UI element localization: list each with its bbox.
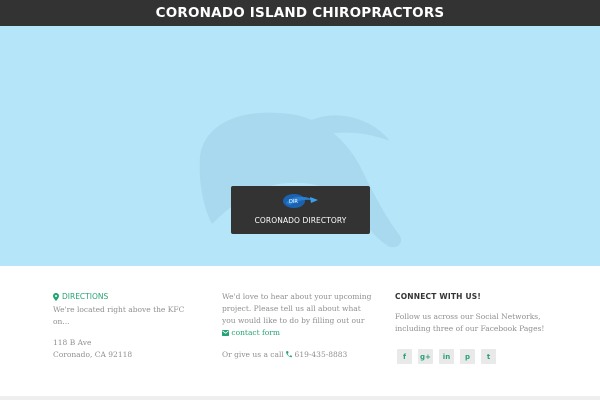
map-marker-icon [53,293,59,301]
svg-text:DIR: DIR [289,199,298,205]
footer-bottom-divider [0,396,600,400]
footer-directions-column: DIRECTIONS We're located right above the… [53,291,203,361]
call-paragraph: Or give us a call 619-435-8883 [222,349,372,361]
google-plus-icon[interactable]: g+ [418,349,433,364]
pinterest-icon[interactable]: p [460,349,475,364]
site-header: CORONADO ISLAND CHIROPRACTORS [0,0,600,26]
map-area[interactable]: DIR CORONADO DIRECTORY [0,26,600,266]
social-icons: f g+ in p t [397,349,496,364]
directory-card[interactable]: DIR CORONADO DIRECTORY [231,186,370,234]
contact-paragraph: We'd love to hear about your upcoming pr… [222,291,372,339]
connect-text: Follow us across our Social Networks, in… [395,312,545,333]
contact-text: We'd love to hear about your upcoming pr… [222,292,372,325]
address-line-2: Coronado, CA 92118 [53,350,133,359]
footer-social-column: CONNECT WITH US! Follow us across our So… [395,291,545,335]
contact-form-link[interactable]: contact form [231,328,280,337]
footer-contact-column: We'd love to hear about your upcoming pr… [222,291,372,361]
facebook-icon[interactable]: f [397,349,412,364]
phone-number[interactable]: 619-435-8883 [295,350,348,359]
envelope-icon [222,330,229,336]
twitter-icon[interactable]: t [481,349,496,364]
directions-link[interactable]: DIRECTIONS [53,291,203,303]
site-title[interactable]: CORONADO ISLAND CHIROPRACTORS [156,5,445,21]
connect-heading: CONNECT WITH US! [395,292,481,301]
directory-card-label: CORONADO DIRECTORY [254,216,347,225]
address-line-1: 118 B Ave [53,338,92,347]
directions-label: DIRECTIONS [62,292,109,301]
coronado-directory-logo-icon: DIR [283,194,318,208]
location-description: We're located right above the KFC on... [53,305,185,326]
footer: DIRECTIONS We're located right above the… [0,266,600,400]
call-text: Or give us a call [222,350,284,359]
linkedin-icon[interactable]: in [439,349,454,364]
phone-icon [286,351,293,358]
